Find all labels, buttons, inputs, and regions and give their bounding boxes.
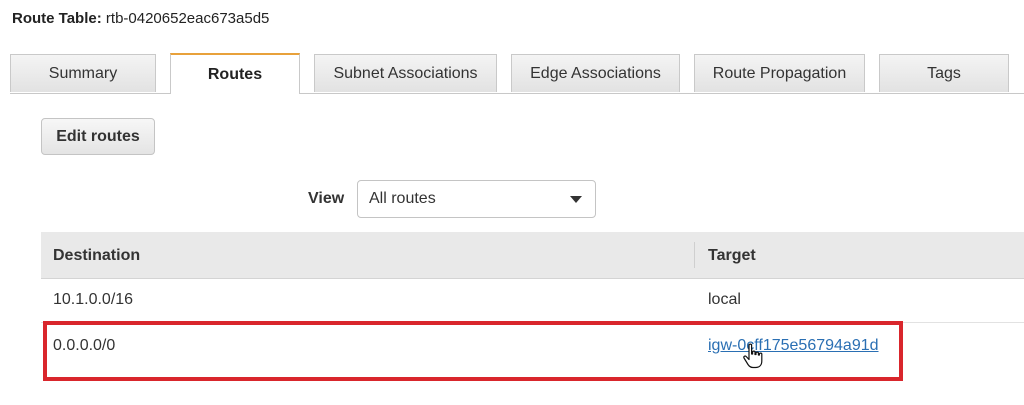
column-header-destination: Destination [53, 247, 141, 264]
view-filter-selected: All routes [369, 190, 436, 207]
hand-pointer-icon [743, 343, 763, 369]
tab-edge-associations[interactable]: Edge Associations [511, 54, 680, 92]
route-target: local [708, 291, 741, 308]
route-table-label: Route Table: [12, 10, 102, 27]
tab-routes[interactable]: Routes [170, 53, 300, 94]
view-filter-select[interactable]: All routes [357, 180, 596, 218]
routes-table-header: Destination Target [41, 232, 1024, 279]
page-title: Route Table: rtb-0420652eac673a5d5 [12, 10, 269, 27]
tab-route-propagation[interactable]: Route Propagation [694, 54, 865, 92]
route-table-page: Route Table: rtb-0420652eac673a5d5 Summa… [0, 0, 1024, 405]
route-table-id: rtb-0420652eac673a5d5 [105, 10, 270, 27]
column-header-target: Target [708, 247, 756, 264]
highlight-box [43, 321, 903, 381]
tab-summary[interactable]: Summary [10, 54, 156, 92]
edit-routes-button[interactable]: Edit routes [41, 118, 155, 155]
tab-tags[interactable]: Tags [879, 54, 1009, 92]
tab-subnet-associations[interactable]: Subnet Associations [314, 54, 497, 92]
tabs-divider [10, 93, 1024, 94]
column-separator [694, 242, 695, 268]
caret-down-icon [570, 196, 582, 203]
view-filter-label: View [308, 190, 345, 207]
route-destination: 10.1.0.0/16 [53, 291, 134, 308]
